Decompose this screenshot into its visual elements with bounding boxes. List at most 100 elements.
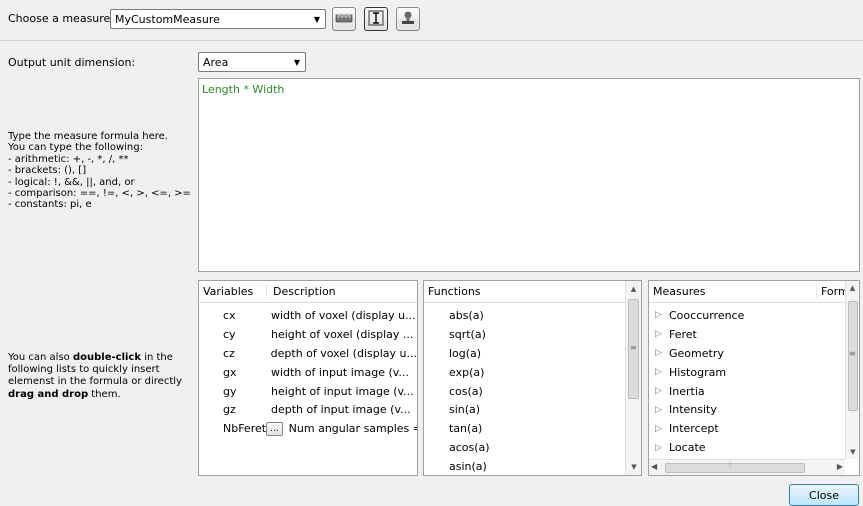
scroll-down-icon[interactable]: ▼	[626, 459, 641, 475]
variable-row[interactable]: cx width of voxel (display u...	[199, 306, 417, 325]
lists-help-text: elemenst in the formula or directly	[8, 376, 182, 388]
measure-tree-item[interactable]: ▷ Feret	[655, 325, 859, 344]
nbferet-edit-button[interactable]: ...	[266, 421, 283, 436]
variable-description: depth of input image (v...	[271, 403, 411, 417]
measure-group-label: Intercept	[669, 422, 719, 436]
measure-tree-item[interactable]: ▷ Locate	[655, 438, 859, 457]
lists-help-text: them.	[88, 388, 121, 400]
scroll-down-icon[interactable]: ▼	[846, 445, 859, 459]
formula-editor[interactable]: Length * Width	[198, 78, 860, 272]
variable-description: height of voxel (display ...	[271, 327, 414, 341]
grip-icon: ⦙	[729, 460, 732, 470]
functions-scrollbar[interactable]: ▲ ≡ ▼	[625, 281, 641, 475]
formula-help-line: - brackets: (), []	[8, 165, 87, 177]
formula-text[interactable]: Length * Width	[199, 79, 859, 100]
chevron-down-icon: ▼	[293, 57, 301, 67]
description-column-header[interactable]: Description	[267, 285, 336, 298]
variables-column-header[interactable]: Variables	[199, 285, 267, 298]
functions-column-header: Functions	[428, 285, 481, 298]
function-item[interactable]: exp(a)	[449, 363, 641, 382]
formula-help-line: You can type the following:	[8, 142, 143, 154]
measures-column-header[interactable]: Measures	[649, 285, 817, 298]
variables-header: Variables Description	[199, 281, 417, 303]
functions-header[interactable]: Functions	[424, 281, 641, 303]
expand-arrow-icon[interactable]: ▷	[655, 424, 669, 434]
measure-tree-item[interactable]: ▷ Cooccurrence	[655, 306, 859, 325]
measure-select[interactable]: MyCustomMeasure ▼	[110, 9, 326, 29]
measure-tree-item[interactable]: ▷ Intercept	[655, 419, 859, 438]
measures-vscrollbar[interactable]: ▲ ≡ ▼	[845, 281, 859, 459]
scrollbar-thumb[interactable]	[665, 463, 805, 473]
stamp-button[interactable]	[396, 7, 420, 31]
variable-name: cx	[223, 308, 236, 322]
function-item[interactable]: tan(a)	[449, 419, 641, 438]
grip-icon: ≡	[849, 349, 856, 358]
scroll-up-icon[interactable]: ▲	[626, 281, 641, 297]
measure-group-label: Intensity	[669, 403, 717, 417]
measure-group-label: Geometry	[669, 346, 724, 360]
lists-help-text: following lists to quickly insert	[8, 364, 160, 376]
functions-list[interactable]: Functions abs(a) sqrt(a) log(a) exp(a) c…	[423, 280, 642, 476]
function-item[interactable]: asin(a)	[449, 457, 641, 475]
close-button[interactable]: Close	[789, 484, 859, 506]
output-unit-select[interactable]: Area ▼	[198, 52, 306, 72]
scroll-left-icon[interactable]: ◀	[651, 462, 657, 471]
chevron-down-icon: ▼	[313, 14, 321, 24]
ruler-icon	[335, 11, 353, 28]
formula-help-line: - arithmetic: +, -, *, /, **	[8, 153, 129, 165]
variable-row[interactable]: gx width of input image (v...	[199, 363, 417, 382]
function-item[interactable]: sqrt(a)	[449, 325, 641, 344]
variables-list[interactable]: Variables Description cx width of voxel (…	[198, 280, 418, 476]
expand-arrow-icon[interactable]: ▷	[655, 367, 669, 377]
function-item[interactable]: cos(a)	[449, 382, 641, 401]
function-item[interactable]: sin(a)	[449, 400, 641, 419]
separator	[0, 40, 863, 41]
measures-hscrollbar[interactable]: ◀ ⦙ ▶	[649, 459, 845, 475]
output-unit-label: Output unit dimension:	[8, 56, 136, 69]
variable-name: gz	[223, 403, 236, 417]
scroll-right-icon[interactable]: ▶	[837, 462, 843, 471]
variable-name: cz	[223, 346, 235, 360]
variable-description: height of input image (v...	[271, 384, 414, 398]
formula-help-line: Type the measure formula here.	[8, 131, 168, 142]
measure-tree-item[interactable]: ▷ Intensity	[655, 400, 859, 419]
measure-tree-item[interactable]: ▷ Inertia	[655, 382, 859, 401]
expand-arrow-icon[interactable]: ▷	[655, 443, 669, 453]
grip-icon: ≡	[630, 343, 637, 352]
measures-tree[interactable]: Measures Form ▷ Cooccurrence ▷ Feret ▷ Geom…	[648, 280, 860, 476]
expand-arrow-icon[interactable]: ▷	[655, 405, 669, 415]
ruler-button[interactable]	[332, 7, 356, 31]
variable-description: width of voxel (display u...	[271, 308, 416, 322]
text-cursor-icon	[367, 9, 385, 30]
expand-arrow-icon[interactable]: ▷	[655, 329, 669, 339]
formula-help-line: - comparison: ==, !=, <, >, <=, >=	[8, 188, 191, 200]
measure-group-label: Locate	[669, 441, 706, 455]
measure-group-label: Histogram	[669, 365, 727, 379]
variable-row[interactable]: gy height of input image (v...	[199, 382, 417, 401]
measure-tree-item[interactable]: ▷ Histogram	[655, 363, 859, 382]
expand-arrow-icon[interactable]: ▷	[655, 386, 669, 396]
formula-help-line: - logical: !, &&, ||, and, or	[8, 176, 135, 188]
measure-group-label: Feret	[669, 327, 697, 341]
variable-row[interactable]: gz depth of input image (v...	[199, 400, 417, 419]
variable-description: depth of voxel (display u...	[270, 346, 417, 360]
function-item[interactable]: abs(a)	[449, 306, 641, 325]
measure-tree-item[interactable]: ▷ Geometry	[655, 344, 859, 363]
measure-group-label: Inertia	[669, 384, 705, 398]
measures-header: Measures Form	[649, 281, 859, 303]
function-item[interactable]: log(a)	[449, 344, 641, 363]
function-item[interactable]: acos(a)	[449, 438, 641, 457]
variable-row[interactable]: cz depth of voxel (display u...	[199, 344, 417, 363]
form-column-header[interactable]: Form	[817, 285, 849, 298]
variable-row[interactable]: NbFeret ... Num angular samples =	[199, 419, 417, 438]
formula-help: Type the measure formula here. You can t…	[8, 131, 191, 211]
expand-arrow-icon[interactable]: ▷	[655, 348, 669, 358]
scroll-up-icon[interactable]: ▲	[846, 281, 859, 295]
expand-arrow-icon[interactable]: ▷	[655, 310, 669, 320]
variable-description: width of input image (v...	[271, 365, 409, 379]
text-edit-button[interactable]	[364, 7, 388, 31]
variable-name: gx	[223, 365, 237, 379]
measure-label: Choose a measure:	[8, 12, 115, 25]
lists-help-text: in the	[141, 352, 173, 363]
variable-row[interactable]: cy height of voxel (display ...	[199, 325, 417, 344]
